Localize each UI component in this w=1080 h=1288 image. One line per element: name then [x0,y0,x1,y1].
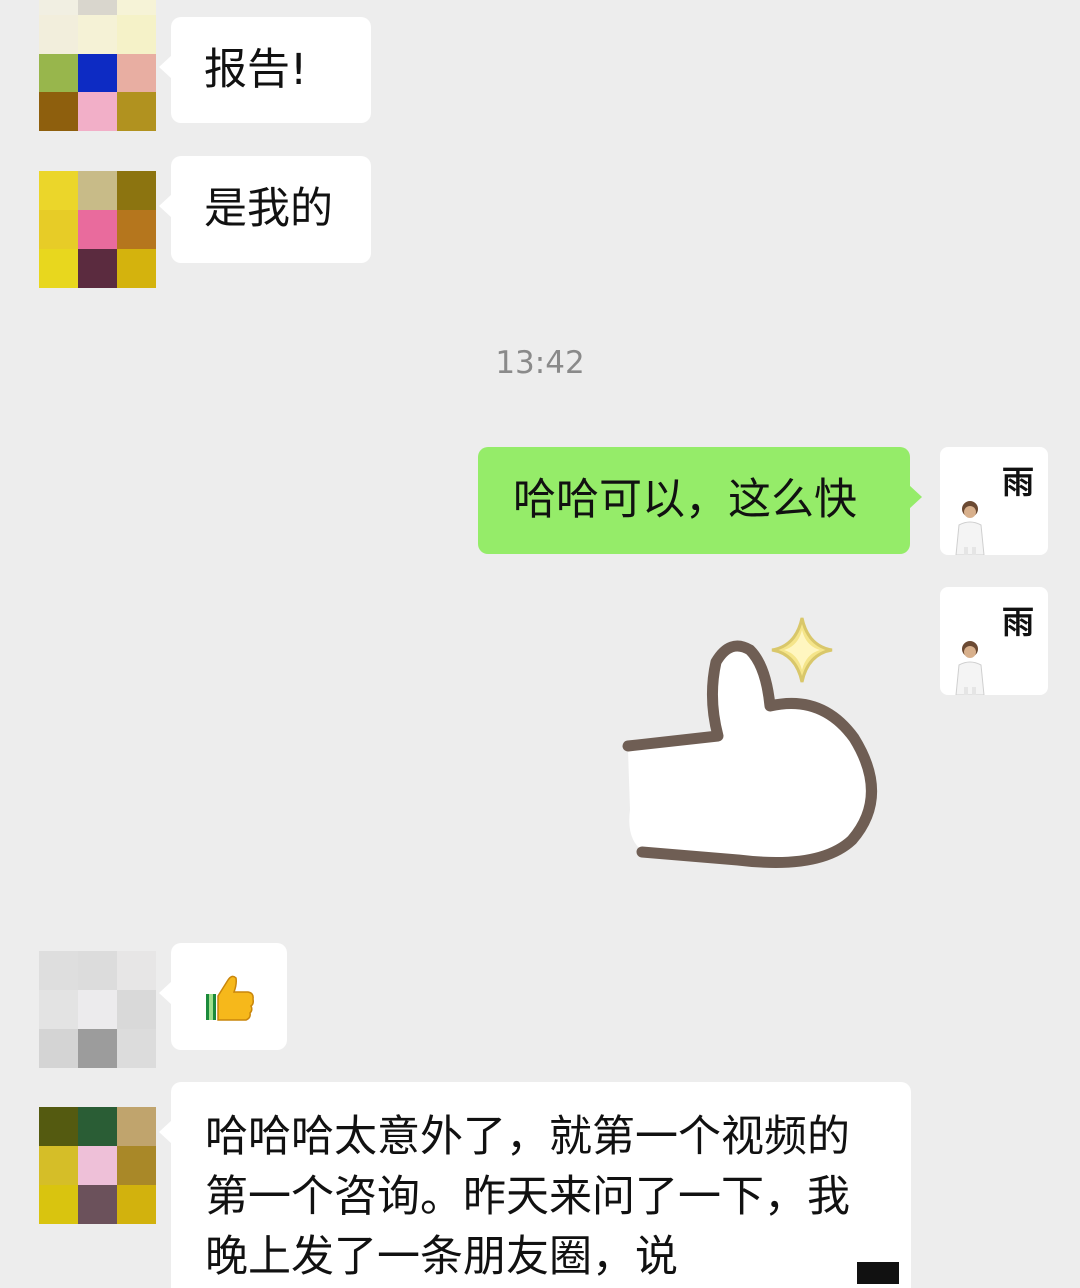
chat-timestamp: 13:42 [495,345,585,381]
message-bubble-outgoing[interactable]: 哈哈可以，这么快 [478,447,922,554]
avatar-pixel [39,1185,78,1224]
self-avatar[interactable]: 雨 [940,587,1048,695]
message-text-line: 第一个咨询。昨天来问了一下，我 [205,1172,850,1222]
avatar-pixel [39,0,78,15]
avatar-pixel [117,990,156,1029]
avatar-glyph: 雨 [1001,463,1034,501]
avatar-pixel [39,53,78,93]
message-bubble-incoming[interactable] [159,943,287,1050]
message-text-line: 晚上发了一条朋友圈，说 [205,1232,678,1282]
avatar-pixel [39,171,78,210]
avatar-pixel [39,14,78,54]
avatar-pixel [78,92,117,131]
avatar-pixel [39,951,78,990]
avatar-pixel [78,14,117,54]
censor-bar [857,1262,899,1284]
message-bubble-incoming[interactable]: 报告! [159,17,371,123]
avatar-pixel [117,210,156,249]
avatar-pixel [117,951,156,990]
avatar-pixel [39,249,78,288]
person-figure-icon [955,501,985,555]
avatar-pixel [117,1107,156,1146]
message-text: 报告! [204,45,308,95]
avatar-pixel [39,990,78,1029]
avatar-pixel [39,1146,78,1185]
chat-screen: 报告! 是我的 13:42 哈哈可以，这么快 雨 雨 哈哈哈太意外了，就第一个视… [0,0,1080,1288]
message-text: 是我的 [204,184,333,234]
message-text-line: 哈哈哈太意外了，就第一个视频的 [205,1112,850,1162]
contact-avatar[interactable] [39,171,156,288]
message-bubble-incoming[interactable]: 哈哈哈太意外了，就第一个视频的 第一个咨询。昨天来问了一下，我 晚上发了一条朋友… [159,1082,911,1288]
avatar-pixel [117,0,156,15]
avatar-pixel [78,249,117,288]
avatar-pixel [78,1146,117,1185]
avatar-pixel [117,14,156,54]
avatar-pixel [117,249,156,288]
avatar-pixel [39,1029,78,1068]
avatar-pixel [117,1146,156,1185]
avatar-pixel [117,171,156,210]
avatar-pixel [117,92,156,131]
avatar-pixel [78,1185,117,1224]
avatar-pixel [78,1029,117,1068]
contact-avatar[interactable] [39,951,156,1068]
avatar-pixel [78,1107,117,1146]
avatar-glyph: 雨 [1001,603,1034,641]
avatar-pixel [78,990,117,1029]
avatar-pixel [78,0,117,15]
avatar-pixel [78,210,117,249]
avatar-pixel [117,1029,156,1068]
avatar-pixel [39,210,78,249]
thumbs-up-emoji-icon [206,975,254,1021]
avatar-pixel [78,951,117,990]
thumbs-up-sticker[interactable] [600,590,900,890]
avatar-pixel [117,53,156,93]
contact-avatar[interactable] [39,0,156,131]
avatar-pixel [78,53,117,93]
avatar-pixel [39,92,78,131]
avatar-pixel [78,171,117,210]
avatar-pixel [39,1107,78,1146]
avatar-pixel [117,1185,156,1224]
self-avatar[interactable]: 雨 [940,447,1048,555]
person-figure-icon [955,641,985,695]
contact-avatar[interactable] [39,1107,156,1224]
message-bubble-incoming[interactable]: 是我的 [159,156,371,263]
message-text: 哈哈可以，这么快 [513,475,857,525]
